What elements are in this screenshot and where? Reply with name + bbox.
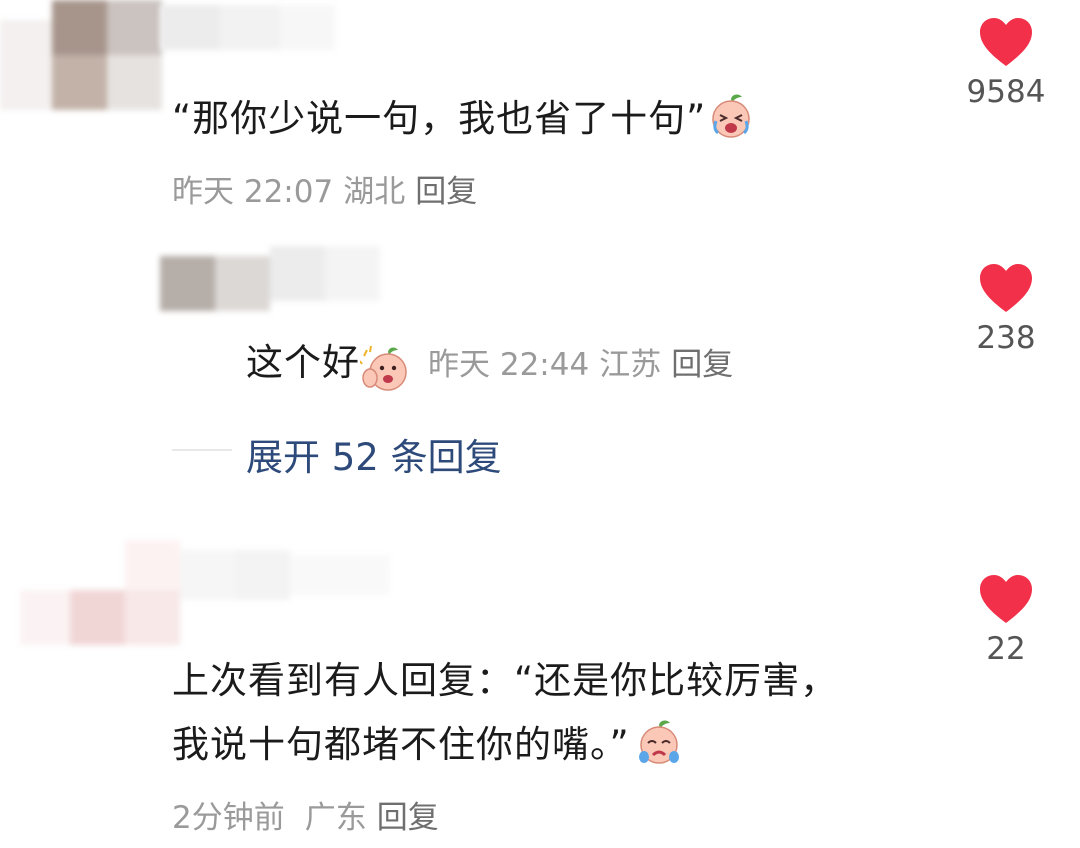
avatar[interactable] [0, 0, 165, 130]
reply-button[interactable]: 回复 [415, 174, 477, 210]
like-count: 9584 [966, 74, 1046, 110]
like-button[interactable]: 22 [956, 573, 1056, 667]
avatar[interactable] [20, 540, 390, 650]
reply-avatar[interactable] [160, 238, 380, 316]
like-button[interactable]: 9584 [956, 16, 1056, 110]
timestamp: 2分钟前 [172, 800, 285, 836]
like-count: 238 [976, 320, 1036, 356]
heart-icon [980, 264, 1032, 312]
like-count: 22 [986, 631, 1026, 667]
reply-text: 这个好 [246, 341, 360, 384]
location: 广东 [304, 800, 367, 836]
expand-divider [172, 449, 232, 451]
heart-icon [980, 575, 1032, 623]
location: 湖北 [343, 174, 406, 210]
sobbing-peach-icon [634, 717, 684, 776]
clapping-peach-icon [359, 344, 412, 398]
like-button[interactable]: 238 [956, 262, 1056, 356]
heart-icon [980, 18, 1032, 66]
comment-text-line-1: 上次看到有人回复：“还是你比较厉害， [172, 659, 839, 702]
reply-meta: 昨天 22:44 江苏 回复 [428, 347, 743, 383]
comment-text-line-2: 我说十句都堵不住你的嘴。” [172, 714, 684, 776]
comment-meta: 2分钟前 广东 回复 [172, 792, 449, 837]
comment-meta: 昨天 22:07 湖北 回复 [172, 166, 487, 211]
comment-text: “那你少说一句，我也省了十句” [172, 88, 756, 150]
reply-button[interactable]: 回复 [377, 800, 439, 836]
timestamp: 昨天 22:44 [428, 347, 590, 383]
location: 江苏 [599, 347, 662, 383]
timestamp: 昨天 22:07 [172, 174, 334, 210]
reply-row: 这个好 昨天 22:44 江苏 回复 [246, 332, 743, 398]
username[interactable] [160, 0, 335, 55]
expand-replies-button[interactable]: 展开 52 条回复 [246, 427, 502, 481]
crying-laugh-peach-icon [706, 91, 756, 150]
reply-button[interactable]: 回复 [671, 347, 733, 383]
